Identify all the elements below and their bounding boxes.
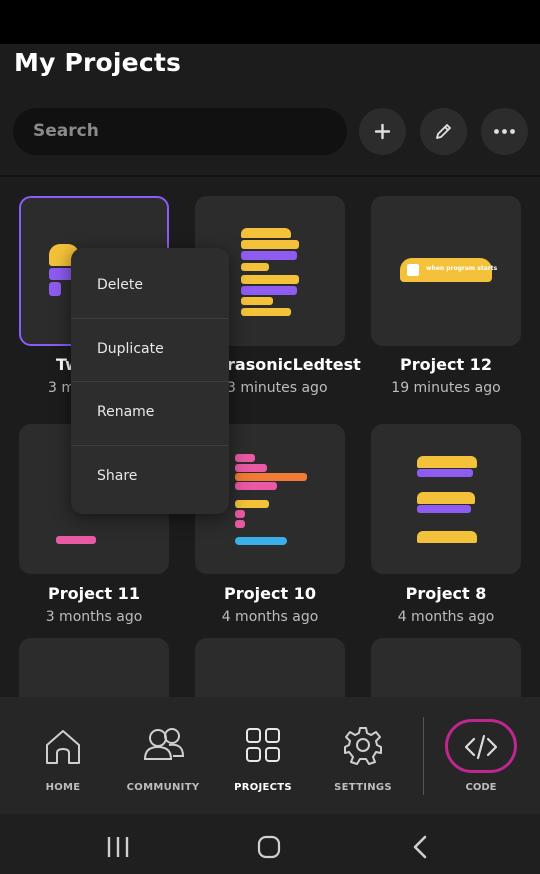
code-button[interactable] xyxy=(445,719,517,773)
block-label: when program starts xyxy=(426,265,498,272)
nav-label-code: CODE xyxy=(465,782,497,793)
bottom-nav: HOME COMMUNITY PROJECTS SETTINGS CODE xyxy=(0,697,540,814)
nav-projects[interactable]: PROJECTS xyxy=(213,697,313,814)
project-name: Project 10 xyxy=(224,584,316,603)
block-hat xyxy=(417,492,475,504)
block xyxy=(235,482,277,490)
nav-label: COMMUNITY xyxy=(126,782,200,793)
project-card-project-8[interactable] xyxy=(371,424,521,574)
block xyxy=(241,286,297,295)
menu-item-delete[interactable]: Delete xyxy=(71,254,229,317)
project-card[interactable] xyxy=(371,638,521,697)
menu-item-duplicate[interactable]: Duplicate xyxy=(71,318,229,381)
block xyxy=(235,473,307,481)
system-nav-bar xyxy=(0,814,540,874)
block-hat xyxy=(241,228,291,238)
context-menu: Delete Duplicate Rename Share xyxy=(71,248,229,514)
block xyxy=(56,536,96,544)
edit-button[interactable] xyxy=(420,108,467,155)
block-hat xyxy=(417,456,477,468)
project-card[interactable] xyxy=(195,638,345,697)
nav-label: SETTINGS xyxy=(334,782,392,793)
block xyxy=(49,282,61,296)
menu-item-share[interactable]: Share xyxy=(71,445,229,508)
block xyxy=(235,454,255,462)
more-options-button[interactable] xyxy=(481,108,528,155)
pencil-icon xyxy=(436,124,451,139)
block xyxy=(235,500,269,508)
block xyxy=(241,275,299,284)
home-button-icon[interactable] xyxy=(257,835,281,859)
recent-apps-icon[interactable] xyxy=(106,836,130,858)
project-time: 4 months ago xyxy=(397,609,495,625)
nav-community[interactable]: COMMUNITY xyxy=(113,697,213,814)
block xyxy=(235,510,245,518)
code-icon xyxy=(464,734,498,760)
block xyxy=(241,297,273,305)
nav-label: PROJECTS xyxy=(234,782,292,793)
nav-settings[interactable]: SETTINGS xyxy=(313,697,413,814)
back-icon[interactable] xyxy=(411,835,429,859)
project-time: 3 months ago xyxy=(45,609,143,625)
project-name: Project 11 xyxy=(48,584,140,603)
nav-label: HOME xyxy=(45,782,81,793)
project-time: 4 months ago xyxy=(221,609,319,625)
gear-icon xyxy=(344,727,382,765)
community-icon xyxy=(143,728,185,760)
play-icon xyxy=(407,264,419,276)
block xyxy=(241,251,297,260)
block xyxy=(235,464,267,472)
block xyxy=(241,240,299,249)
search-input[interactable]: Search xyxy=(13,108,347,155)
more-horizontal-icon xyxy=(494,129,515,134)
block xyxy=(235,537,287,545)
grid-icon xyxy=(246,728,280,762)
block xyxy=(241,263,269,271)
project-card[interactable] xyxy=(19,638,169,697)
project-time: 19 minutes ago xyxy=(391,380,501,396)
nav-home[interactable]: HOME xyxy=(13,697,113,814)
block xyxy=(417,505,471,513)
block xyxy=(241,308,291,316)
add-project-button[interactable] xyxy=(359,108,406,155)
status-bar xyxy=(0,0,540,44)
block xyxy=(417,469,473,477)
block-hat xyxy=(417,531,477,543)
nav-divider xyxy=(423,717,424,795)
block xyxy=(235,520,245,528)
page-title: My Projects xyxy=(14,48,182,77)
home-icon xyxy=(46,730,80,764)
plus-icon xyxy=(374,123,391,140)
menu-item-rename[interactable]: Rename xyxy=(71,381,229,444)
project-name: Project 8 xyxy=(405,584,487,603)
project-card-project-12[interactable]: when program starts xyxy=(371,196,521,346)
project-name: Project 12 xyxy=(400,355,492,374)
